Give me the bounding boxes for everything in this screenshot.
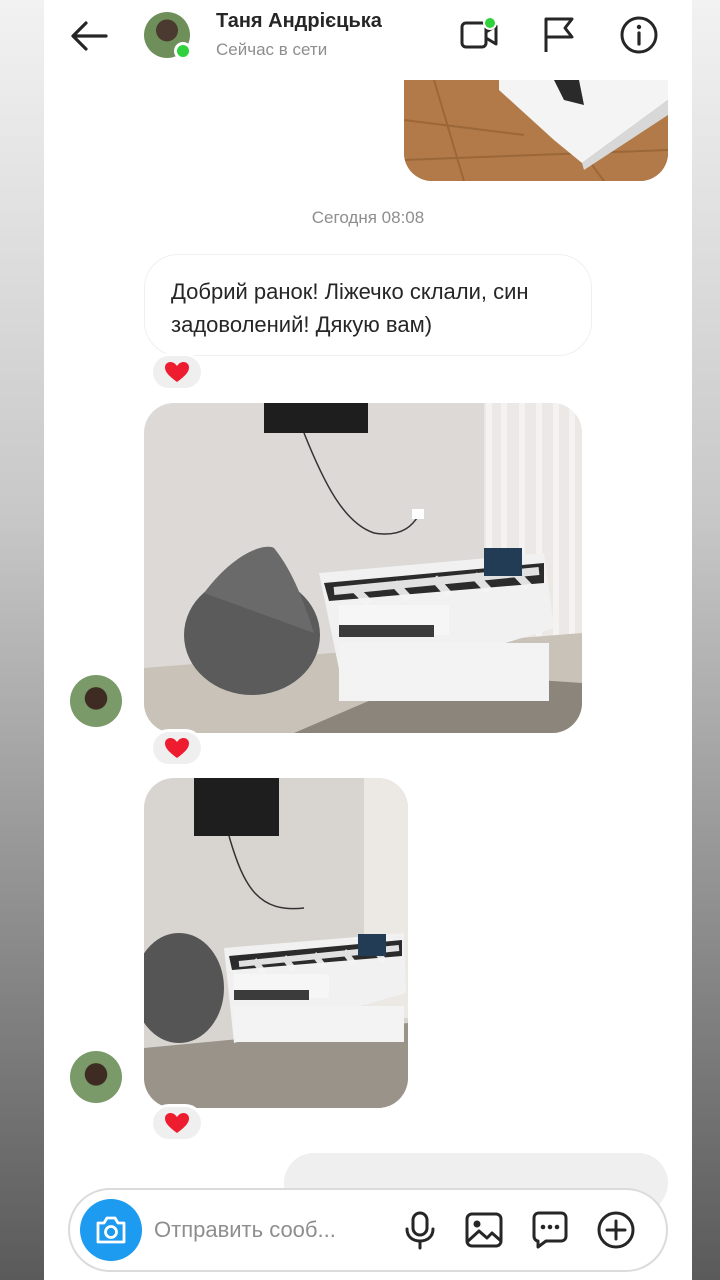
message-input[interactable]	[154, 1212, 384, 1248]
chat-screen: Таня Андрієцька Сейчас в сети Сегодня 08…	[44, 0, 692, 1280]
gallery-icon[interactable]	[464, 1210, 504, 1250]
outgoing-photo[interactable]	[404, 80, 668, 181]
heart-reaction[interactable]	[150, 1104, 204, 1142]
heart-icon	[165, 1113, 189, 1133]
contact-avatar-small[interactable]	[70, 675, 122, 727]
camera-icon	[96, 1216, 126, 1244]
message-timestamp: Сегодня 08:08	[311, 208, 425, 227]
incoming-photo[interactable]	[144, 403, 582, 733]
heart-reaction[interactable]	[150, 729, 204, 767]
sticker-chat-icon[interactable]	[530, 1210, 570, 1250]
message-composer	[68, 1188, 668, 1272]
heart-icon	[165, 738, 189, 758]
arrow-left-icon[interactable]	[68, 16, 112, 56]
flag-icon[interactable]	[538, 14, 580, 56]
video-call-icon[interactable]	[458, 14, 500, 56]
heart-reaction[interactable]	[150, 353, 204, 391]
contact-avatar-small[interactable]	[70, 1051, 122, 1103]
info-icon[interactable]	[618, 14, 660, 56]
incoming-photo[interactable]	[144, 778, 408, 1108]
contact-status: Сейчас в сети	[216, 40, 328, 59]
microphone-icon[interactable]	[400, 1210, 440, 1250]
heart-icon	[165, 362, 189, 382]
camera-button[interactable]	[80, 1199, 142, 1261]
incoming-message[interactable]: Добрий ранок! Ліжечко склали, син задово…	[144, 254, 592, 356]
online-indicator	[174, 42, 192, 60]
plus-circle-icon[interactable]	[596, 1210, 636, 1250]
chat-header: Таня Андрієцька Сейчас в сети	[44, 0, 692, 72]
contact-name[interactable]: Таня Андрієцька	[216, 10, 382, 33]
